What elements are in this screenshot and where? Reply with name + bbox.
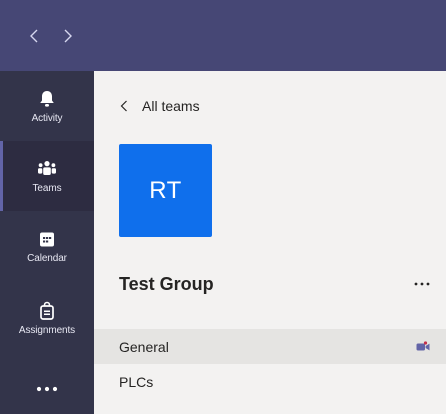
- more-horizontal-icon: [414, 282, 430, 286]
- teams-panel: All teams RT Test Group General PLCs: [94, 71, 446, 414]
- teams-icon: [36, 158, 58, 180]
- all-teams-label: All teams: [142, 98, 200, 114]
- calendar-icon: [36, 228, 58, 250]
- assignments-icon: [36, 300, 58, 322]
- channel-name: General: [119, 338, 169, 355]
- title-bar: [0, 0, 446, 71]
- channel-general[interactable]: General: [94, 329, 446, 364]
- all-teams-link[interactable]: All teams: [120, 98, 200, 114]
- rail-label: Activity: [31, 113, 63, 124]
- rail-item-assignments[interactable]: Assignments: [0, 283, 94, 353]
- rail-item-teams[interactable]: Teams: [0, 141, 94, 211]
- channel-name: PLCs: [119, 373, 154, 390]
- bell-icon: [36, 88, 58, 110]
- more-apps-button[interactable]: [0, 364, 94, 414]
- team-avatar: RT: [119, 144, 212, 237]
- rail-item-activity[interactable]: Activity: [0, 71, 94, 141]
- more-horizontal-icon: [36, 386, 58, 392]
- chevron-left-icon: [120, 100, 127, 112]
- rail-item-calendar[interactable]: Calendar: [0, 211, 94, 281]
- app-rail: Activity Teams Calendar Assignments: [0, 71, 94, 414]
- chevron-left-icon: [30, 29, 38, 42]
- back-button[interactable]: [24, 21, 44, 51]
- chevron-right-icon: [64, 29, 72, 42]
- rail-label: Teams: [32, 183, 62, 194]
- team-name: Test Group: [119, 274, 214, 294]
- team-more-options-button[interactable]: [410, 274, 434, 294]
- rail-label: Calendar: [27, 253, 67, 264]
- forward-button[interactable]: [58, 21, 78, 51]
- channel-plcs[interactable]: PLCs: [94, 364, 446, 399]
- video-camera-icon: [416, 340, 430, 352]
- rail-label: Assignments: [18, 325, 76, 336]
